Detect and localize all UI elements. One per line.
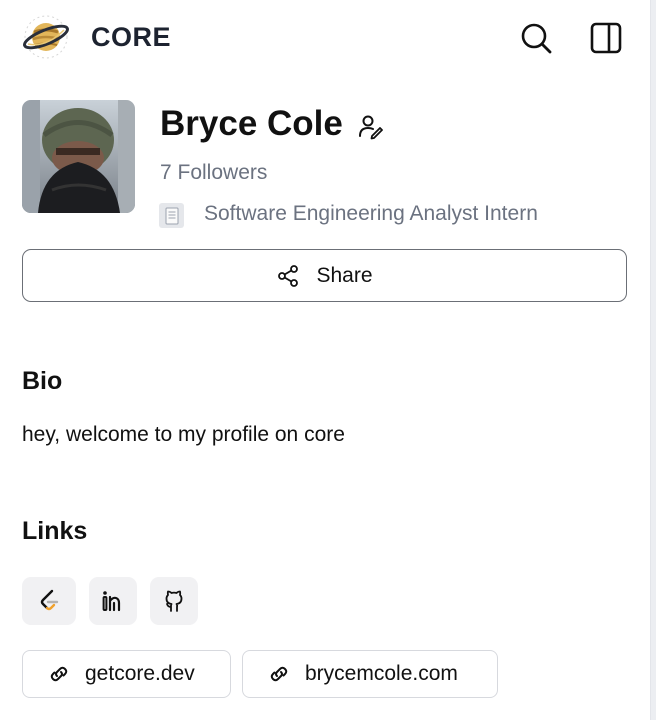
link-getcore[interactable]: getcore.dev <box>22 650 231 698</box>
scrollbar-track[interactable] <box>650 0 656 720</box>
search-icon <box>521 23 552 54</box>
link-brycemcole[interactable]: brycemcole.com <box>242 650 498 698</box>
bio-heading: Bio <box>22 367 63 395</box>
link-label: getcore.dev <box>85 662 195 685</box>
link-label: brycemcole.com <box>305 662 458 685</box>
user-edit-icon <box>359 115 383 140</box>
leetcode-link-button[interactable] <box>22 577 76 625</box>
top-header: CORE <box>0 0 650 78</box>
document-icon <box>159 203 184 228</box>
planet-logo-icon[interactable] <box>22 14 70 60</box>
github-icon <box>165 590 183 612</box>
leetcode-icon <box>40 589 59 611</box>
edit-profile-button[interactable] <box>356 112 386 142</box>
profile-avatar[interactable] <box>22 100 135 213</box>
linkedin-link-button[interactable] <box>89 577 137 625</box>
sidebar-toggle-button[interactable] <box>586 18 626 58</box>
links-heading: Links <box>22 517 88 545</box>
brand-name[interactable]: CORE <box>91 22 171 53</box>
share-button[interactable]: Share <box>22 249 627 302</box>
search-button[interactable] <box>516 18 556 58</box>
profile-name: Bryce Cole <box>160 104 343 143</box>
linkedin-icon <box>102 591 121 612</box>
bio-text: hey, welcome to my profile on core <box>22 423 345 446</box>
profile-role: Software Engineering Analyst Intern <box>204 202 538 225</box>
github-link-button[interactable] <box>150 577 198 625</box>
sidebar-toggle-icon <box>590 22 622 54</box>
link-icon <box>270 666 288 682</box>
share-label: Share <box>316 263 373 287</box>
link-icon <box>50 666 68 682</box>
share-icon <box>278 264 299 287</box>
followers-count[interactable]: 7 Followers <box>160 161 267 185</box>
